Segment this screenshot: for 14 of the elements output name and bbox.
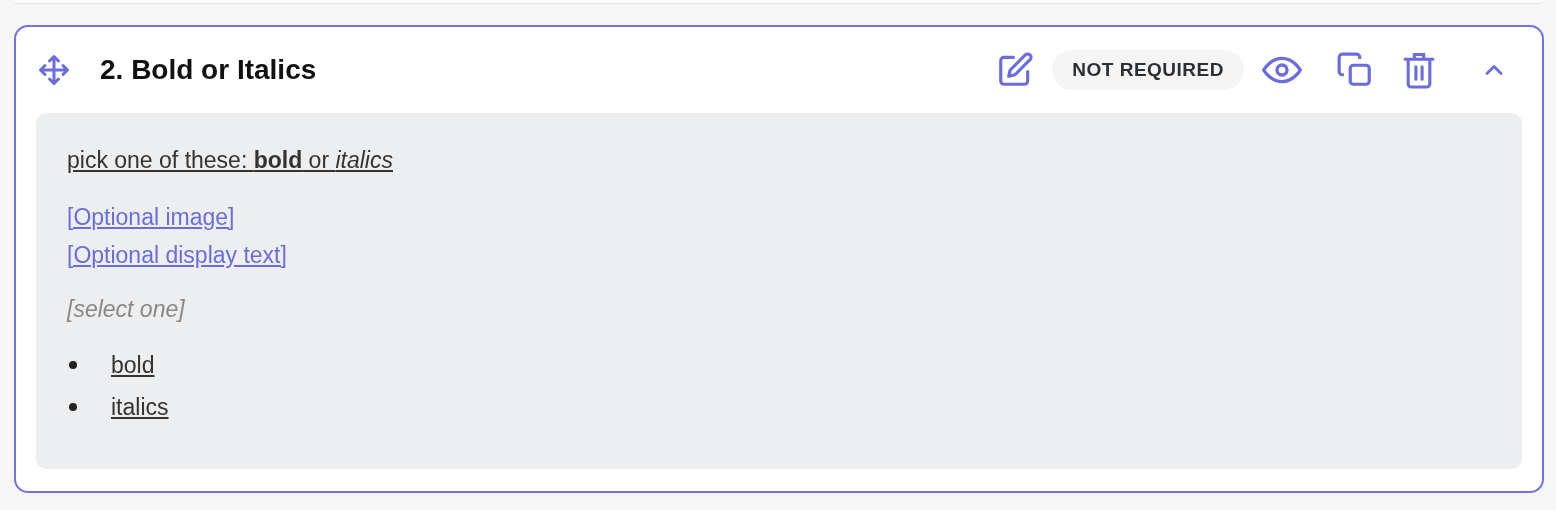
bullet-icon: [69, 403, 77, 411]
move-icon[interactable]: [36, 52, 72, 88]
option-text: bold: [111, 350, 155, 380]
bullet-icon: [69, 361, 77, 369]
delete-icon[interactable]: [1402, 51, 1436, 89]
copy-icon[interactable]: [1336, 51, 1374, 89]
status-badge: NOT REQUIRED: [1052, 49, 1244, 91]
option-text: italics: [111, 392, 169, 422]
instruction-text: [select one]: [67, 294, 186, 324]
question-title: 2. Bold or Italics: [100, 53, 317, 87]
question-prompt: pick one of these: bold or italics: [67, 146, 393, 175]
optional-link[interactable]: [Optional image]: [67, 197, 235, 236]
optional-link[interactable]: [Optional display text]: [67, 235, 287, 274]
edit-icon[interactable]: [996, 51, 1035, 89]
